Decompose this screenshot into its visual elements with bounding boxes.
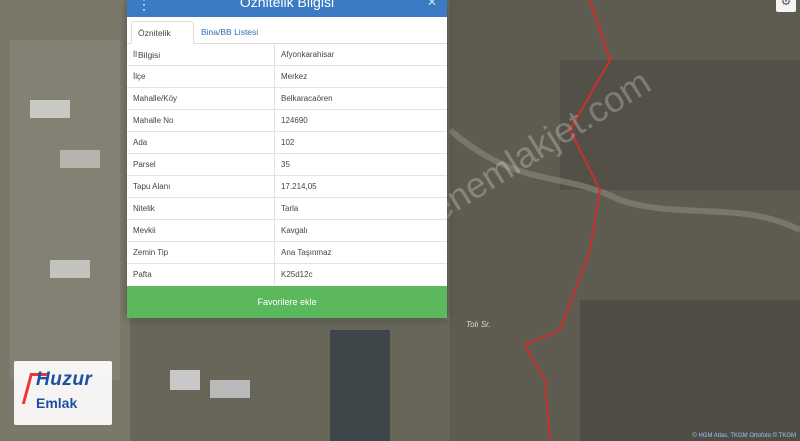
table-row: Pafta K25d12c (127, 263, 447, 285)
table-row: Mahalle No 124690 (127, 109, 447, 132)
table-row: Zemin Tip Ana Taşınmaz (127, 241, 447, 264)
table-row: İl Afyonkarahisar (127, 44, 447, 66)
row-value: Tarla (274, 197, 447, 220)
add-favorite-button[interactable]: Favorilere ekle (127, 286, 447, 318)
row-label: Mahalle/Köy (127, 87, 275, 110)
attribute-panel: ⋮ Öznitelik Bilgisi ✕ Öznitelik Bilgisi … (127, 0, 447, 318)
row-value: Afyonkarahisar (281, 50, 335, 59)
row-value: 102 (274, 131, 447, 154)
tab-building-list[interactable]: Bina/BB Listesi (195, 21, 264, 44)
table-row: Nitelik Tarla (127, 197, 447, 220)
row-value: 35 (274, 153, 447, 176)
row-value: K25d12c (274, 263, 447, 285)
logo-text-bottom: Emlak (36, 395, 78, 411)
settings-icon[interactable]: ⚙ (776, 0, 796, 12)
row-label: İlçe (127, 65, 275, 88)
row-label: Nitelik (127, 197, 275, 220)
table-row: Mevkii Kavgalı (127, 219, 447, 242)
row-value: Merkez (274, 65, 447, 88)
panel-header: ⋮ Öznitelik Bilgisi ✕ (127, 0, 447, 17)
table-row: Mahalle/Köy Belkaracaören (127, 87, 447, 110)
panel-tabs: Öznitelik Bilgisi Bina/BB Listesi (127, 17, 447, 60)
tab-attribute-info[interactable]: Öznitelik Bilgisi (131, 21, 194, 60)
row-label: Ada (127, 131, 275, 154)
table-row: Tapu Alanı 17.214,05 (127, 175, 447, 198)
row-label: Parsel (127, 153, 275, 176)
logo-text-top: Huzur (36, 369, 93, 390)
row-value: Ana Taşınmaz (274, 241, 447, 264)
attribute-table: İl Afyonkarahisar İlçe Merkez Mahalle/Köy B… (127, 44, 447, 285)
table-row: Ada 102 (127, 131, 447, 154)
row-value: Belkaracaören (274, 87, 447, 110)
row-value: 17.214,05 (274, 175, 447, 198)
street-label: Tolı Sr. (466, 320, 491, 329)
close-icon[interactable]: ✕ (427, 0, 437, 9)
map-attribution[interactable]: © HGM Atlas, TKGM Ortofoto © TKGM (692, 433, 796, 439)
company-logo: Huzur Emlak (14, 361, 112, 425)
panel-title: Öznitelik Bilgisi (239, 0, 335, 10)
row-label: Tapu Alanı (127, 175, 275, 198)
row-label: Zemin Tip (127, 241, 275, 264)
row-label: Mahalle No (127, 109, 275, 132)
row-label: Mevkii (127, 219, 275, 242)
table-row: İlçe Merkez (127, 65, 447, 88)
row-value: Kavgalı (274, 219, 447, 242)
table-row: Parsel 35 (127, 153, 447, 176)
row-label: Pafta (127, 263, 275, 285)
row-value: 124690 (274, 109, 447, 132)
